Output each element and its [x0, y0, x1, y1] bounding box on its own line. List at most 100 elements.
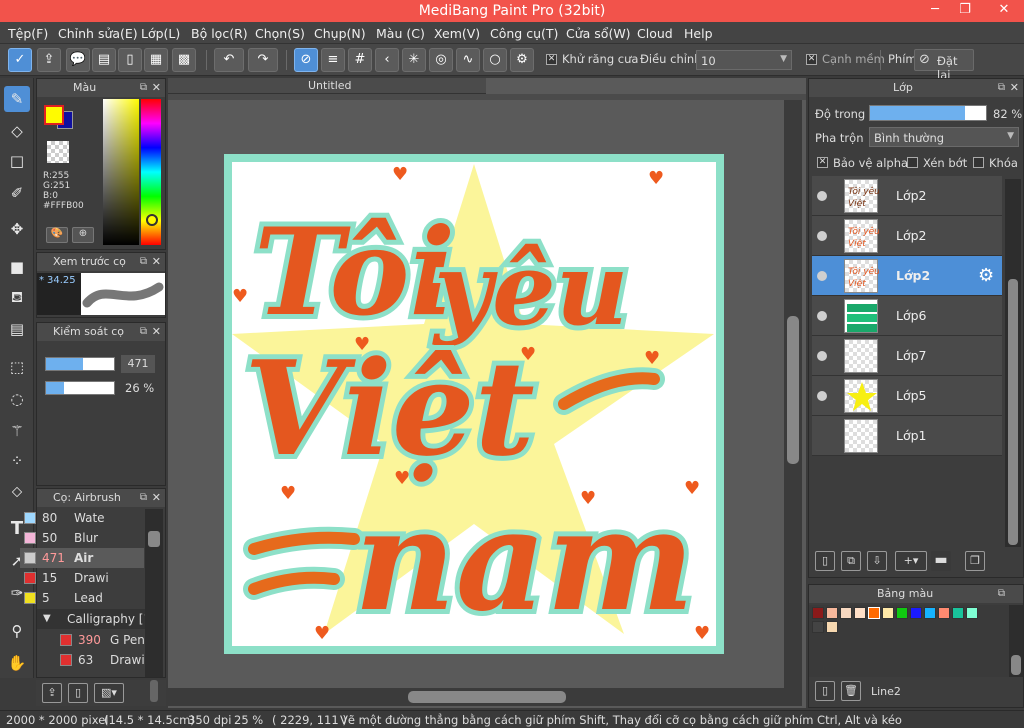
- smooth-checkbox[interactable]: ✕: [806, 54, 817, 65]
- popout-icon[interactable]: ⧉: [140, 253, 147, 271]
- canvas-tab[interactable]: Untitled: [168, 78, 486, 94]
- popout-icon[interactable]: ⧉: [998, 585, 1005, 603]
- new-layer-icon[interactable]: ▯: [815, 551, 835, 571]
- bucket-tool-icon[interactable]: ⛾: [4, 284, 30, 310]
- palette-swatch[interactable]: [910, 607, 922, 619]
- popout-icon[interactable]: ⧉: [140, 323, 147, 341]
- brush-list-item[interactable]: 63 Drawi: [56, 650, 144, 670]
- blend-select[interactable]: Bình thường ▼: [869, 127, 1019, 147]
- popout-icon[interactable]: ⧉: [140, 489, 147, 507]
- brush-list-item[interactable]: 15 Drawi: [20, 568, 144, 588]
- gradient-tool-icon[interactable]: ▤: [4, 316, 30, 342]
- brush-size-value[interactable]: 471: [121, 355, 155, 373]
- select-pen-icon[interactable]: ⁘: [4, 448, 30, 474]
- menu-window[interactable]: Cửa sổ(W): [566, 26, 631, 41]
- rect-select-icon[interactable]: ⬚: [4, 354, 30, 380]
- collapse-icon[interactable]: ▼: [43, 613, 51, 624]
- primary-color-swatch[interactable]: [44, 105, 64, 125]
- perspective-snap-icon[interactable]: ‹: [375, 48, 399, 72]
- document-icon[interactable]: ▦: [144, 48, 168, 72]
- adjust-select[interactable]: 10 ▼: [696, 50, 792, 70]
- palette-icon[interactable]: 🎨: [46, 227, 68, 243]
- fill-rect-tool-icon[interactable]: ■: [4, 254, 30, 280]
- redo-icon[interactable]: ↷: [248, 48, 278, 72]
- menu-layer[interactable]: Lớp(L): [141, 26, 180, 41]
- layer-settings-icon[interactable]: ❐: [965, 551, 985, 571]
- layer-list-scrollbar[interactable]: [1005, 179, 1021, 547]
- brush-opacity-slider[interactable]: [45, 381, 115, 395]
- note-icon[interactable]: ▤: [92, 48, 116, 72]
- share-icon[interactable]: ⇪: [37, 48, 61, 72]
- scrollbar-thumb[interactable]: [787, 316, 799, 464]
- menu-snap[interactable]: Chụp(N): [314, 26, 366, 41]
- merge-down-icon[interactable]: ⇩: [867, 551, 887, 571]
- transparent-swatch[interactable]: [47, 141, 69, 163]
- eyedropper-icon[interactable]: ⚲: [4, 618, 30, 644]
- parallel-snap-icon[interactable]: ≡: [321, 48, 345, 72]
- concentric-snap-icon[interactable]: ◎: [429, 48, 453, 72]
- snap-off-icon[interactable]: ⊘: [294, 48, 318, 72]
- new-brush-icon[interactable]: ▯: [68, 683, 88, 703]
- trash-icon[interactable]: 🗑: [841, 681, 861, 701]
- lasso-select-icon[interactable]: ◌: [4, 386, 30, 412]
- menu-help[interactable]: Help: [684, 26, 713, 41]
- maximize-button[interactable]: ❐: [950, 0, 980, 22]
- comment-icon[interactable]: 💬: [66, 48, 90, 72]
- gear-icon[interactable]: ⚙: [510, 48, 534, 72]
- curve-snap-icon[interactable]: ∿: [456, 48, 480, 72]
- lock-checkbox[interactable]: [973, 157, 984, 168]
- palette-swatch[interactable]: [826, 621, 838, 633]
- pen-tool-icon[interactable]: ✐: [4, 180, 30, 206]
- new-palette-icon[interactable]: ▯: [815, 681, 835, 701]
- menu-filter[interactable]: Bộ lọc(R): [191, 26, 248, 41]
- add-layer-menu-icon[interactable]: +▾: [895, 551, 927, 571]
- canvas-vscrollbar[interactable]: [784, 100, 802, 690]
- menu-file[interactable]: Tệp(F): [8, 26, 48, 41]
- hue-handle[interactable]: [146, 214, 158, 226]
- layer-row[interactable]: Tôi yêu Việt Lớp2: [812, 176, 1002, 216]
- select-eraser-icon[interactable]: ⬦: [4, 478, 30, 504]
- menu-cloud[interactable]: Cloud: [637, 26, 673, 41]
- undo-icon[interactable]: ↶: [214, 48, 244, 72]
- brush-list-item[interactable]: 471 Air: [20, 548, 144, 568]
- antialias-checkbox[interactable]: ✕: [546, 54, 557, 65]
- palette-swatch[interactable]: [812, 621, 824, 633]
- grid-snap-icon[interactable]: #: [348, 48, 372, 72]
- check-icon[interactable]: ✓: [8, 48, 32, 72]
- palette-swatch[interactable]: [812, 607, 824, 619]
- artwork-canvas[interactable]: Tôi yêu Việt nam ♥ ♥ ♥ ♥ ♥ ♥ ♥ ♥ ♥ ♥ ♥ ♥: [224, 154, 724, 654]
- saturation-value-picker[interactable]: [103, 99, 139, 245]
- grid-check-icon[interactable]: ▩: [172, 48, 196, 72]
- eraser-tool-icon[interactable]: ◇: [4, 118, 30, 144]
- brush-list-item[interactable]: 390 G Pen: [56, 630, 144, 650]
- layer-opacity-slider[interactable]: [869, 105, 987, 121]
- close-icon[interactable]: ✕: [152, 253, 161, 271]
- canvas-hscrollbar[interactable]: [168, 688, 802, 706]
- brush-group-row[interactable]: ▼ Calligraphy [11: [37, 609, 159, 629]
- layer-row[interactable]: Tôi yêu Việt Lớp2: [812, 216, 1002, 256]
- brush-list-item[interactable]: 80 Wate: [20, 508, 144, 528]
- clipping-checkbox[interactable]: [907, 157, 918, 168]
- palette-swatch[interactable]: [896, 607, 908, 619]
- brush-list-item[interactable]: 5 Lead: [20, 588, 144, 608]
- close-icon[interactable]: ✕: [152, 79, 161, 97]
- brush-menu-icon[interactable]: ▧▾: [94, 683, 124, 703]
- palette-swatch[interactable]: [854, 607, 866, 619]
- brush-list-scrollbar[interactable]: [145, 509, 163, 677]
- hand-tool-icon[interactable]: ✋: [4, 650, 30, 676]
- scrollbar-thumb[interactable]: [1011, 655, 1021, 675]
- page-icon[interactable]: ▯: [118, 48, 142, 72]
- brush-size-slider[interactable]: [45, 357, 115, 371]
- close-icon[interactable]: ✕: [152, 323, 161, 341]
- visibility-icon[interactable]: [817, 351, 827, 361]
- menu-view[interactable]: Xem(V): [434, 26, 480, 41]
- duplicate-layer-icon[interactable]: ⧉: [841, 551, 861, 571]
- visibility-icon[interactable]: [817, 191, 827, 201]
- picker-icon[interactable]: ⊕: [72, 227, 94, 243]
- palette-swatch[interactable]: [882, 607, 894, 619]
- brush-tool-icon[interactable]: ✎: [4, 86, 30, 112]
- palette-swatch[interactable]: [938, 607, 950, 619]
- close-button[interactable]: ✕: [984, 0, 1024, 22]
- palette-scrollbar[interactable]: [1009, 605, 1023, 677]
- brush-list-item[interactable]: 50 Blur: [20, 528, 144, 548]
